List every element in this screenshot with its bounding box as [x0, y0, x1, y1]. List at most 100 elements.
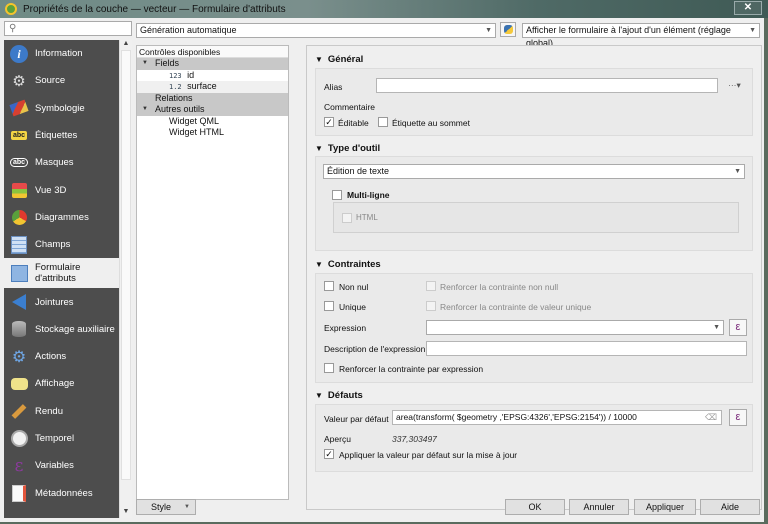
html-checkbox[interactable] — [342, 213, 352, 223]
scroll-up-icon[interactable]: ▲ — [120, 40, 132, 50]
collapse-icon[interactable]: ▼ — [315, 55, 323, 64]
chevron-down-icon: ▼ — [713, 324, 720, 331]
sidebar: i Information ⚙ Source Symbologie abc Ét… — [4, 40, 119, 518]
layout-mode-value: Génération automatique — [140, 25, 237, 35]
sidebar-item-rendering[interactable]: Rendu — [4, 398, 119, 425]
sidebar-item-masks[interactable]: abc Masques — [4, 149, 119, 176]
sidebar-item-label: Diagrammes — [35, 211, 89, 223]
sidebar-item-3d-view[interactable]: Vue 3D — [4, 176, 119, 203]
joins-icon — [9, 292, 29, 312]
sidebar-item-auxiliary-storage[interactable]: Stockage auxiliaire — [4, 316, 119, 343]
chevron-down-icon: ▼ — [485, 27, 492, 34]
search-input[interactable]: ⚲ — [4, 21, 132, 36]
default-expression-builder-button[interactable]: ε — [729, 409, 747, 426]
section-constraints-header[interactable]: ▼ Contraintes — [315, 259, 381, 270]
alias-input[interactable] — [376, 78, 718, 93]
section-defaults-header[interactable]: ▼ Défauts — [315, 390, 363, 401]
section-general-header[interactable]: ▼ Général — [315, 54, 363, 65]
tree-item-field[interactable]: 1.2 surface — [137, 81, 288, 93]
clear-icon[interactable]: ⌫ — [705, 411, 717, 424]
more-options-icon[interactable]: ···▾ — [728, 80, 741, 91]
collapse-icon[interactable]: ▼ — [315, 260, 323, 269]
scroll-down-icon[interactable]: ▼ — [120, 508, 132, 518]
suppress-form-combo[interactable]: Afficher le formulaire à l'ajout d'un él… — [522, 23, 760, 48]
collapse-icon[interactable]: ▼ — [315, 391, 323, 400]
qgis-logo-icon — [5, 3, 17, 15]
tree-group-fields[interactable]: ▼ Fields — [137, 58, 288, 70]
expression-builder-button[interactable]: ε — [729, 319, 747, 336]
section-widget-type-header[interactable]: ▼ Type d'outil — [315, 143, 380, 154]
sidebar-item-label: Métadonnées — [35, 487, 93, 499]
expression-label: Expression — [324, 323, 367, 333]
ok-button[interactable]: OK — [505, 499, 565, 515]
apply-on-update-checkbox[interactable]: ✓ — [324, 449, 334, 459]
cancel-button[interactable]: Annuler — [569, 499, 629, 515]
alias-label: Alias — [324, 82, 343, 92]
general-group: Alias ···▾ Commentaire ✓ Éditable Étique… — [315, 68, 753, 136]
tree-group-other-tools[interactable]: ▼ Autres outils — [137, 104, 288, 116]
tree-group-relations[interactable]: Relations — [137, 92, 288, 104]
tree-group-label: Autres outils — [155, 104, 205, 114]
sidebar-scrollbar[interactable]: ▲ ▼ — [119, 40, 132, 518]
sidebar-item-actions[interactable]: ⚙ Actions — [4, 343, 119, 370]
sidebar-item-label: Symbologie — [35, 102, 85, 114]
widget-type-combo[interactable]: Édition de texte ▼ — [323, 164, 745, 179]
variables-icon: ε — [14, 455, 24, 476]
chevron-down-icon: ▼ — [749, 27, 756, 34]
integer-type-icon: 123 — [169, 71, 182, 80]
python-init-button[interactable] — [500, 22, 516, 37]
sidebar-item-symbology[interactable]: Symbologie — [4, 95, 119, 122]
sidebar-item-label: Actions — [35, 351, 67, 363]
sidebar-item-metadata[interactable]: Métadonnées — [4, 479, 119, 506]
tree-item-tool[interactable]: Widget HTML — [137, 127, 288, 139]
section-title: Type d'outil — [327, 143, 381, 154]
sidebar-item-display[interactable]: Affichage — [4, 370, 119, 397]
widget-type-value: Édition de texte — [327, 166, 390, 176]
field-name: id — [187, 69, 195, 80]
expand-icon[interactable]: ▼ — [142, 104, 148, 116]
actions-icon: ⚙ — [11, 348, 27, 366]
sidebar-item-temporal[interactable]: Temporel — [4, 425, 119, 452]
unique-checkbox[interactable] — [324, 301, 334, 311]
expression-input[interactable]: ▼ — [426, 320, 724, 335]
section-title: Général — [327, 54, 364, 65]
enforce-not-null-checkbox[interactable] — [426, 281, 436, 291]
enforce-not-null-label: Renforcer la contrainte non null — [440, 282, 559, 292]
apply-button[interactable]: Appliquer — [634, 499, 696, 515]
tree-item-tool[interactable]: Widget QML — [137, 116, 288, 128]
sidebar-item-labels[interactable]: abc Étiquettes — [4, 122, 119, 149]
enforce-expression-checkbox[interactable] — [324, 363, 334, 373]
chevron-down-icon: ▼ — [734, 168, 741, 175]
sidebar-item-joins[interactable]: Jointures — [4, 288, 119, 315]
default-value-input[interactable]: area(transform( $geometry ,'EPSG:4326','… — [392, 410, 722, 425]
sidebar-item-variables[interactable]: ε Variables — [4, 452, 119, 479]
default-value-text: area(transform( $geometry ,'EPSG:4326','… — [396, 412, 637, 422]
layout-mode-combo[interactable]: Génération automatique ▼ — [136, 23, 496, 38]
scrollbar-thumb[interactable] — [121, 50, 131, 480]
enforce-unique-label: Renforcer la contrainte de valeur unique — [440, 302, 592, 312]
sidebar-item-diagrams[interactable]: Diagrammes — [4, 204, 119, 231]
expression-description-input[interactable] — [426, 341, 747, 356]
collapse-icon[interactable]: ▼ — [315, 144, 323, 153]
sidebar-item-information[interactable]: i Information — [4, 40, 119, 67]
sidebar-item-fields[interactable]: Champs — [4, 231, 119, 258]
sidebar-item-label: Rendu — [35, 405, 63, 417]
enforce-unique-checkbox[interactable] — [426, 301, 436, 311]
help-button[interactable]: Aide — [700, 499, 760, 515]
style-button[interactable]: Style ▼ — [136, 499, 196, 515]
sidebar-item-label: Stockage auxiliaire — [35, 323, 115, 335]
multiline-options-box: HTML — [333, 202, 739, 233]
multiline-checkbox[interactable] — [332, 190, 342, 200]
tree-item-field[interactable]: 123 id — [137, 70, 288, 82]
sidebar-item-attribute-form[interactable]: Formulaire d'attributs — [4, 258, 119, 289]
expand-icon[interactable]: ▼ — [142, 58, 148, 70]
not-null-checkbox[interactable] — [324, 281, 334, 291]
widget-type-group: Édition de texte ▼ Multi-ligne HTML — [315, 156, 753, 251]
label-on-top-checkbox[interactable] — [378, 117, 388, 127]
fields-icon — [9, 235, 29, 255]
tree-group-label: Fields — [155, 58, 180, 68]
close-button[interactable]: ✕ — [734, 1, 762, 15]
masks-icon: abc — [9, 153, 29, 173]
sidebar-item-source[interactable]: ⚙ Source — [4, 67, 119, 94]
editable-checkbox[interactable]: ✓ — [324, 117, 334, 127]
